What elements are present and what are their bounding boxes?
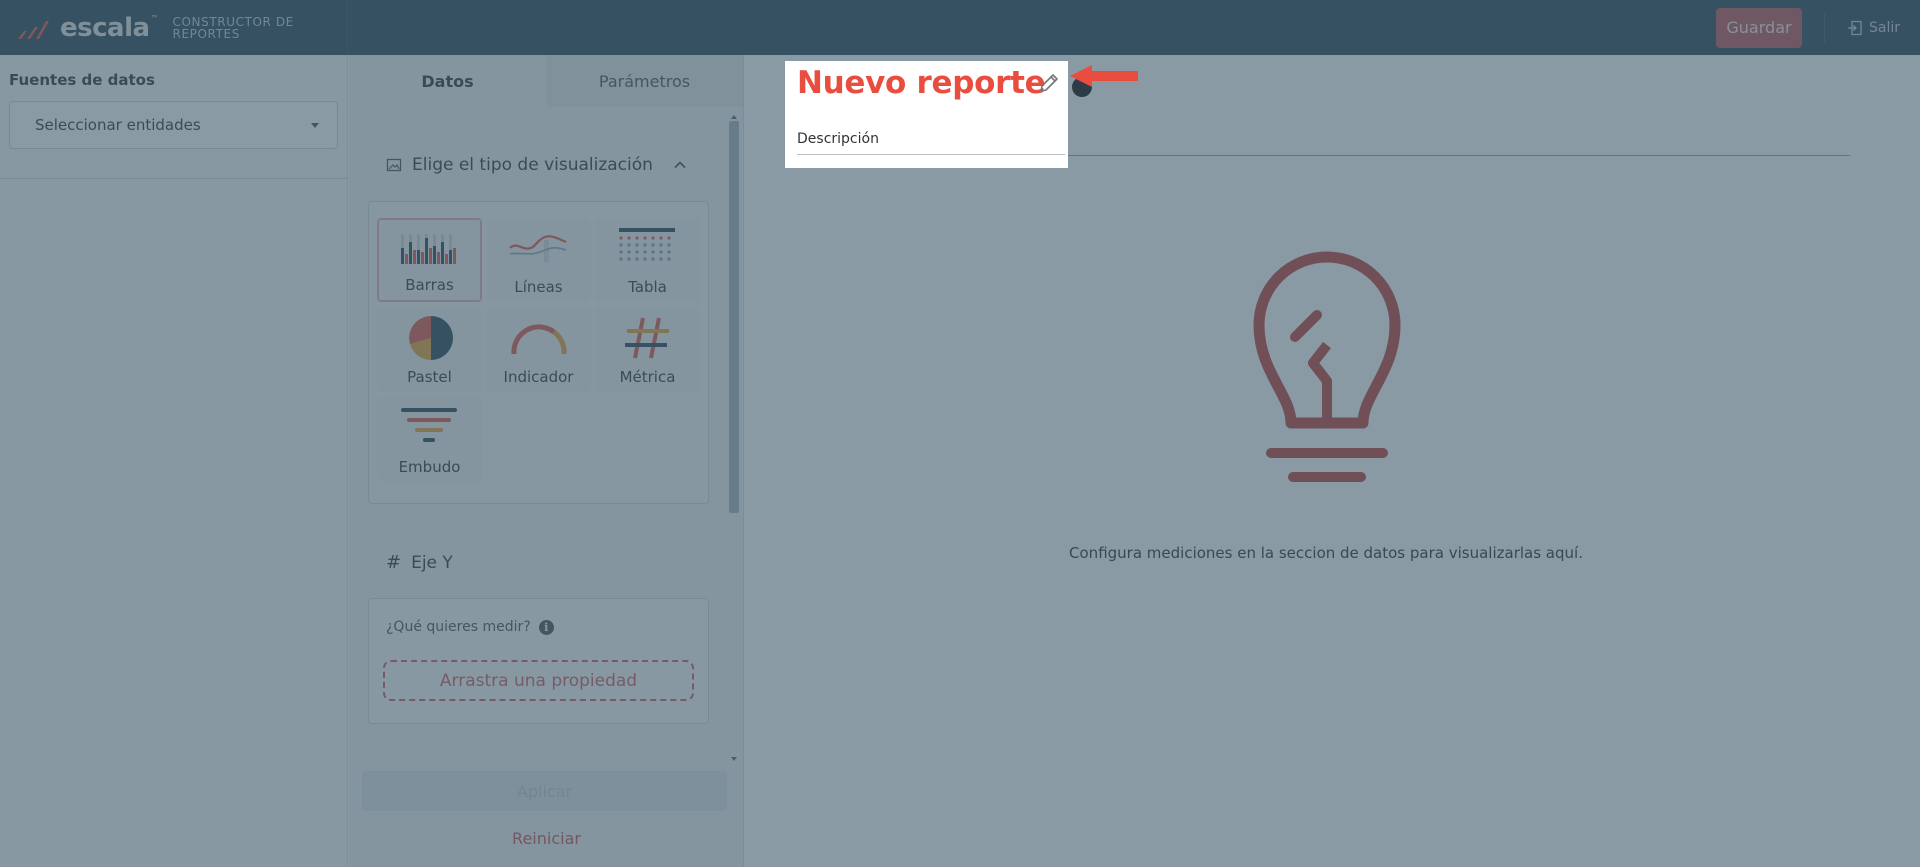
description-field[interactable]: Descripción — [797, 131, 879, 147]
entities-select-label: Seleccionar entidades — [35, 116, 201, 134]
exit-label: Salir — [1868, 19, 1900, 36]
escala-logo-icon — [18, 20, 49, 39]
tour-spotlight: Nuevo reporte Descripción — [785, 61, 1068, 168]
header-separator — [1823, 12, 1825, 43]
viz-embudo[interactable]: Embudo — [377, 398, 482, 482]
brand-subtitle-line2: REPORTES — [172, 26, 240, 41]
pencil-icon[interactable] — [1037, 71, 1061, 95]
info-icon[interactable]: i — [538, 619, 554, 635]
y-axis-card: ¿Qué quieres medir? i Arrastra una propi… — [368, 598, 709, 724]
config-panel: Datos Parámetros Elige el tipo de visual… — [349, 55, 744, 867]
report-title[interactable]: Nuevo reporte — [797, 65, 1046, 101]
pie-chart-icon — [408, 316, 453, 360]
hash-icon: # — [386, 552, 402, 573]
y-axis-title: Eje Y — [411, 552, 453, 573]
reset-button[interactable]: Reiniciar — [349, 829, 744, 848]
scroll-down-icon[interactable] — [731, 757, 737, 761]
viz-indicador[interactable]: Indicador — [486, 308, 591, 392]
save-button[interactable]: Guardar — [1715, 7, 1802, 48]
y-axis-header: # Eje Y — [386, 552, 453, 573]
chevron-up-icon[interactable] — [673, 158, 687, 172]
brand-name: escala — [60, 12, 150, 43]
viz-label: Líneas — [514, 278, 563, 296]
funnel-icon — [400, 408, 457, 442]
brand-subtitle-line1: CONSTRUCTOR DE — [172, 14, 294, 29]
viz-label: Embudo — [398, 458, 461, 476]
data-sources-title: Fuentes de datos — [9, 71, 155, 89]
measure-question: ¿Qué quieres medir? i — [386, 619, 554, 635]
empty-state-message: Configura mediciones en la seccion de da… — [1069, 544, 1583, 562]
viz-metrica[interactable]: Métrica — [595, 308, 700, 392]
entities-select[interactable]: Seleccionar entidades — [9, 101, 338, 149]
top-bar: escala ™ CONSTRUCTOR DE REPORTES Guardar… — [0, 0, 1920, 55]
scrollbar-thumb[interactable] — [729, 121, 739, 513]
exit-icon — [1847, 20, 1862, 35]
viz-label: Pastel — [407, 368, 452, 386]
table-icon — [618, 228, 675, 261]
line-chart-icon — [508, 235, 566, 262]
hash-icon — [624, 317, 669, 359]
lightbulb-icon — [1253, 251, 1401, 482]
viz-label: Tabla — [628, 278, 667, 296]
top-actions: Guardar Salir — [1715, 0, 1920, 55]
brand-subtitle: CONSTRUCTOR DE REPORTES — [173, 16, 294, 40]
tab-parametros[interactable]: Parámetros — [546, 55, 743, 107]
description-underline — [797, 154, 1065, 155]
viz-section-title: Elige el tipo de visualización — [412, 155, 653, 175]
bar-chart-icon — [400, 234, 456, 264]
viz-lineas[interactable]: Líneas — [486, 218, 591, 302]
tab-datos[interactable]: Datos — [349, 55, 546, 107]
measure-question-label: ¿Qué quieres medir? — [386, 619, 531, 635]
viz-section-header[interactable]: Elige el tipo de visualización — [386, 155, 653, 175]
viz-type-grid: Barras Líneas Tabla Pastel Indicador Mét… — [368, 201, 709, 504]
pointer-arrow-icon — [1070, 65, 1138, 87]
caret-down-icon — [311, 123, 319, 128]
property-drop-zone[interactable]: Arrastra una propiedad — [383, 660, 694, 701]
viz-pastel[interactable]: Pastel — [377, 308, 482, 392]
report-canvas: Configura mediciones en la seccion de da… — [745, 55, 1920, 867]
viz-tabla[interactable]: Tabla — [595, 218, 700, 302]
viz-barras[interactable]: Barras — [377, 218, 482, 302]
gauge-icon — [510, 324, 567, 355]
image-icon — [386, 158, 402, 172]
panel-divider — [0, 178, 348, 179]
scroll-up-icon[interactable] — [731, 115, 737, 119]
data-sources-panel: Fuentes de datos Seleccionar entidades — [0, 55, 348, 867]
brand: escala ™ CONSTRUCTOR DE REPORTES — [0, 0, 348, 55]
exit-button[interactable]: Salir — [1847, 20, 1900, 36]
apply-button[interactable]: Aplicar — [362, 771, 727, 811]
config-tabs: Datos Parámetros — [349, 55, 743, 107]
viz-label: Barras — [405, 276, 454, 294]
viz-label: Indicador — [503, 368, 574, 386]
brand-trademark: ™ — [150, 14, 159, 23]
viz-label: Métrica — [619, 368, 676, 386]
